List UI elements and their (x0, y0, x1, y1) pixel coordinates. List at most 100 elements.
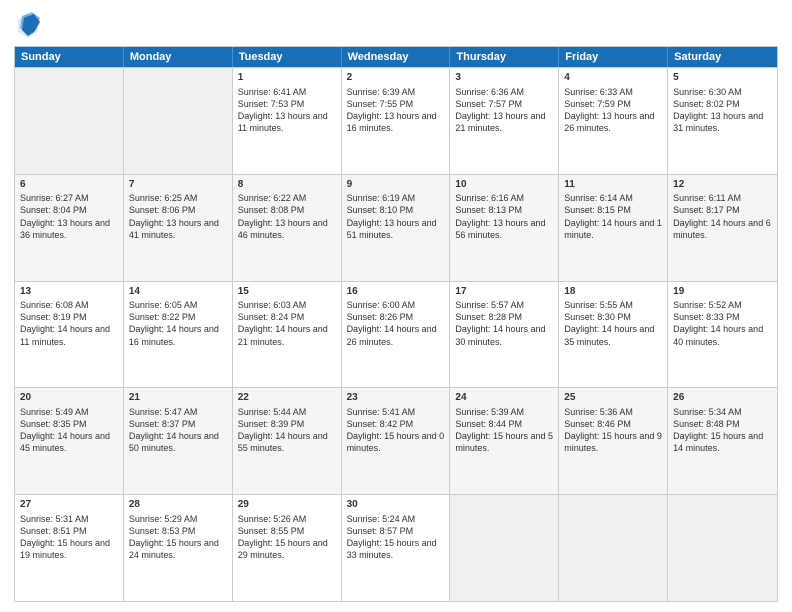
day-number: 1 (238, 71, 336, 85)
day-number: 10 (455, 178, 553, 192)
day-info: Sunrise: 5:26 AM Sunset: 8:55 PM Dayligh… (238, 513, 336, 562)
day-info: Sunrise: 6:30 AM Sunset: 8:02 PM Dayligh… (673, 86, 772, 135)
day-info: Sunrise: 5:49 AM Sunset: 8:35 PM Dayligh… (20, 406, 118, 455)
weekday-header-friday: Friday (559, 47, 668, 67)
logo-icon (14, 10, 42, 38)
day-number: 12 (673, 178, 772, 192)
calendar-day-18: 18Sunrise: 5:55 AM Sunset: 8:30 PM Dayli… (559, 282, 668, 388)
day-number: 3 (455, 71, 553, 85)
calendar-day-14: 14Sunrise: 6:05 AM Sunset: 8:22 PM Dayli… (124, 282, 233, 388)
day-info: Sunrise: 6:16 AM Sunset: 8:13 PM Dayligh… (455, 192, 553, 241)
day-number: 4 (564, 71, 662, 85)
calendar-day-29: 29Sunrise: 5:26 AM Sunset: 8:55 PM Dayli… (233, 495, 342, 601)
weekday-header-sunday: Sunday (15, 47, 124, 67)
day-info: Sunrise: 5:52 AM Sunset: 8:33 PM Dayligh… (673, 299, 772, 348)
day-info: Sunrise: 5:55 AM Sunset: 8:30 PM Dayligh… (564, 299, 662, 348)
day-info: Sunrise: 6:36 AM Sunset: 7:57 PM Dayligh… (455, 86, 553, 135)
day-number: 17 (455, 285, 553, 299)
calendar-row-3: 13Sunrise: 6:08 AM Sunset: 8:19 PM Dayli… (15, 281, 777, 388)
calendar: SundayMondayTuesdayWednesdayThursdayFrid… (14, 46, 778, 602)
day-number: 16 (347, 285, 445, 299)
calendar-header: SundayMondayTuesdayWednesdayThursdayFrid… (15, 47, 777, 67)
day-info: Sunrise: 5:39 AM Sunset: 8:44 PM Dayligh… (455, 406, 553, 455)
day-number: 2 (347, 71, 445, 85)
day-number: 27 (20, 498, 118, 512)
page: SundayMondayTuesdayWednesdayThursdayFrid… (0, 0, 792, 612)
day-info: Sunrise: 6:25 AM Sunset: 8:06 PM Dayligh… (129, 192, 227, 241)
day-info: Sunrise: 6:27 AM Sunset: 8:04 PM Dayligh… (20, 192, 118, 241)
day-info: Sunrise: 6:03 AM Sunset: 8:24 PM Dayligh… (238, 299, 336, 348)
day-number: 14 (129, 285, 227, 299)
day-number: 11 (564, 178, 662, 192)
day-info: Sunrise: 5:24 AM Sunset: 8:57 PM Dayligh… (347, 513, 445, 562)
day-number: 28 (129, 498, 227, 512)
day-number: 25 (564, 391, 662, 405)
calendar-day-20: 20Sunrise: 5:49 AM Sunset: 8:35 PM Dayli… (15, 388, 124, 494)
weekday-header-thursday: Thursday (450, 47, 559, 67)
day-number: 29 (238, 498, 336, 512)
calendar-day-16: 16Sunrise: 6:00 AM Sunset: 8:26 PM Dayli… (342, 282, 451, 388)
calendar-day-26: 26Sunrise: 5:34 AM Sunset: 8:48 PM Dayli… (668, 388, 777, 494)
day-number: 23 (347, 391, 445, 405)
day-number: 24 (455, 391, 553, 405)
day-info: Sunrise: 6:39 AM Sunset: 7:55 PM Dayligh… (347, 86, 445, 135)
calendar-row-2: 6Sunrise: 6:27 AM Sunset: 8:04 PM Daylig… (15, 174, 777, 281)
calendar-day-empty-0-1 (124, 68, 233, 174)
weekday-header-saturday: Saturday (668, 47, 777, 67)
day-number: 21 (129, 391, 227, 405)
logo (14, 10, 46, 38)
calendar-day-13: 13Sunrise: 6:08 AM Sunset: 8:19 PM Dayli… (15, 282, 124, 388)
day-info: Sunrise: 5:31 AM Sunset: 8:51 PM Dayligh… (20, 513, 118, 562)
day-info: Sunrise: 6:41 AM Sunset: 7:53 PM Dayligh… (238, 86, 336, 135)
calendar-day-12: 12Sunrise: 6:11 AM Sunset: 8:17 PM Dayli… (668, 175, 777, 281)
day-info: Sunrise: 6:33 AM Sunset: 7:59 PM Dayligh… (564, 86, 662, 135)
day-number: 19 (673, 285, 772, 299)
day-number: 9 (347, 178, 445, 192)
calendar-day-22: 22Sunrise: 5:44 AM Sunset: 8:39 PM Dayli… (233, 388, 342, 494)
day-number: 15 (238, 285, 336, 299)
calendar-day-24: 24Sunrise: 5:39 AM Sunset: 8:44 PM Dayli… (450, 388, 559, 494)
calendar-day-23: 23Sunrise: 5:41 AM Sunset: 8:42 PM Dayli… (342, 388, 451, 494)
calendar-day-1: 1Sunrise: 6:41 AM Sunset: 7:53 PM Daylig… (233, 68, 342, 174)
calendar-day-8: 8Sunrise: 6:22 AM Sunset: 8:08 PM Daylig… (233, 175, 342, 281)
day-number: 8 (238, 178, 336, 192)
day-number: 18 (564, 285, 662, 299)
day-info: Sunrise: 5:36 AM Sunset: 8:46 PM Dayligh… (564, 406, 662, 455)
day-number: 20 (20, 391, 118, 405)
calendar-day-21: 21Sunrise: 5:47 AM Sunset: 8:37 PM Dayli… (124, 388, 233, 494)
day-number: 22 (238, 391, 336, 405)
calendar-day-27: 27Sunrise: 5:31 AM Sunset: 8:51 PM Dayli… (15, 495, 124, 601)
day-info: Sunrise: 5:57 AM Sunset: 8:28 PM Dayligh… (455, 299, 553, 348)
calendar-day-5: 5Sunrise: 6:30 AM Sunset: 8:02 PM Daylig… (668, 68, 777, 174)
day-info: Sunrise: 6:22 AM Sunset: 8:08 PM Dayligh… (238, 192, 336, 241)
calendar-day-17: 17Sunrise: 5:57 AM Sunset: 8:28 PM Dayli… (450, 282, 559, 388)
calendar-day-9: 9Sunrise: 6:19 AM Sunset: 8:10 PM Daylig… (342, 175, 451, 281)
calendar-day-4: 4Sunrise: 6:33 AM Sunset: 7:59 PM Daylig… (559, 68, 668, 174)
calendar-row-4: 20Sunrise: 5:49 AM Sunset: 8:35 PM Dayli… (15, 387, 777, 494)
calendar-day-7: 7Sunrise: 6:25 AM Sunset: 8:06 PM Daylig… (124, 175, 233, 281)
day-info: Sunrise: 6:05 AM Sunset: 8:22 PM Dayligh… (129, 299, 227, 348)
calendar-day-empty-0-0 (15, 68, 124, 174)
calendar-day-empty-4-6 (668, 495, 777, 601)
calendar-day-25: 25Sunrise: 5:36 AM Sunset: 8:46 PM Dayli… (559, 388, 668, 494)
calendar-day-2: 2Sunrise: 6:39 AM Sunset: 7:55 PM Daylig… (342, 68, 451, 174)
day-info: Sunrise: 5:47 AM Sunset: 8:37 PM Dayligh… (129, 406, 227, 455)
day-number: 30 (347, 498, 445, 512)
day-number: 26 (673, 391, 772, 405)
day-info: Sunrise: 6:00 AM Sunset: 8:26 PM Dayligh… (347, 299, 445, 348)
day-number: 13 (20, 285, 118, 299)
weekday-header-tuesday: Tuesday (233, 47, 342, 67)
day-info: Sunrise: 5:29 AM Sunset: 8:53 PM Dayligh… (129, 513, 227, 562)
day-info: Sunrise: 5:34 AM Sunset: 8:48 PM Dayligh… (673, 406, 772, 455)
day-number: 7 (129, 178, 227, 192)
calendar-day-28: 28Sunrise: 5:29 AM Sunset: 8:53 PM Dayli… (124, 495, 233, 601)
calendar-row-1: 1Sunrise: 6:41 AM Sunset: 7:53 PM Daylig… (15, 67, 777, 174)
calendar-day-empty-4-5 (559, 495, 668, 601)
day-info: Sunrise: 6:11 AM Sunset: 8:17 PM Dayligh… (673, 192, 772, 241)
day-number: 5 (673, 71, 772, 85)
calendar-day-11: 11Sunrise: 6:14 AM Sunset: 8:15 PM Dayli… (559, 175, 668, 281)
calendar-day-15: 15Sunrise: 6:03 AM Sunset: 8:24 PM Dayli… (233, 282, 342, 388)
day-number: 6 (20, 178, 118, 192)
calendar-day-10: 10Sunrise: 6:16 AM Sunset: 8:13 PM Dayli… (450, 175, 559, 281)
day-info: Sunrise: 6:14 AM Sunset: 8:15 PM Dayligh… (564, 192, 662, 241)
